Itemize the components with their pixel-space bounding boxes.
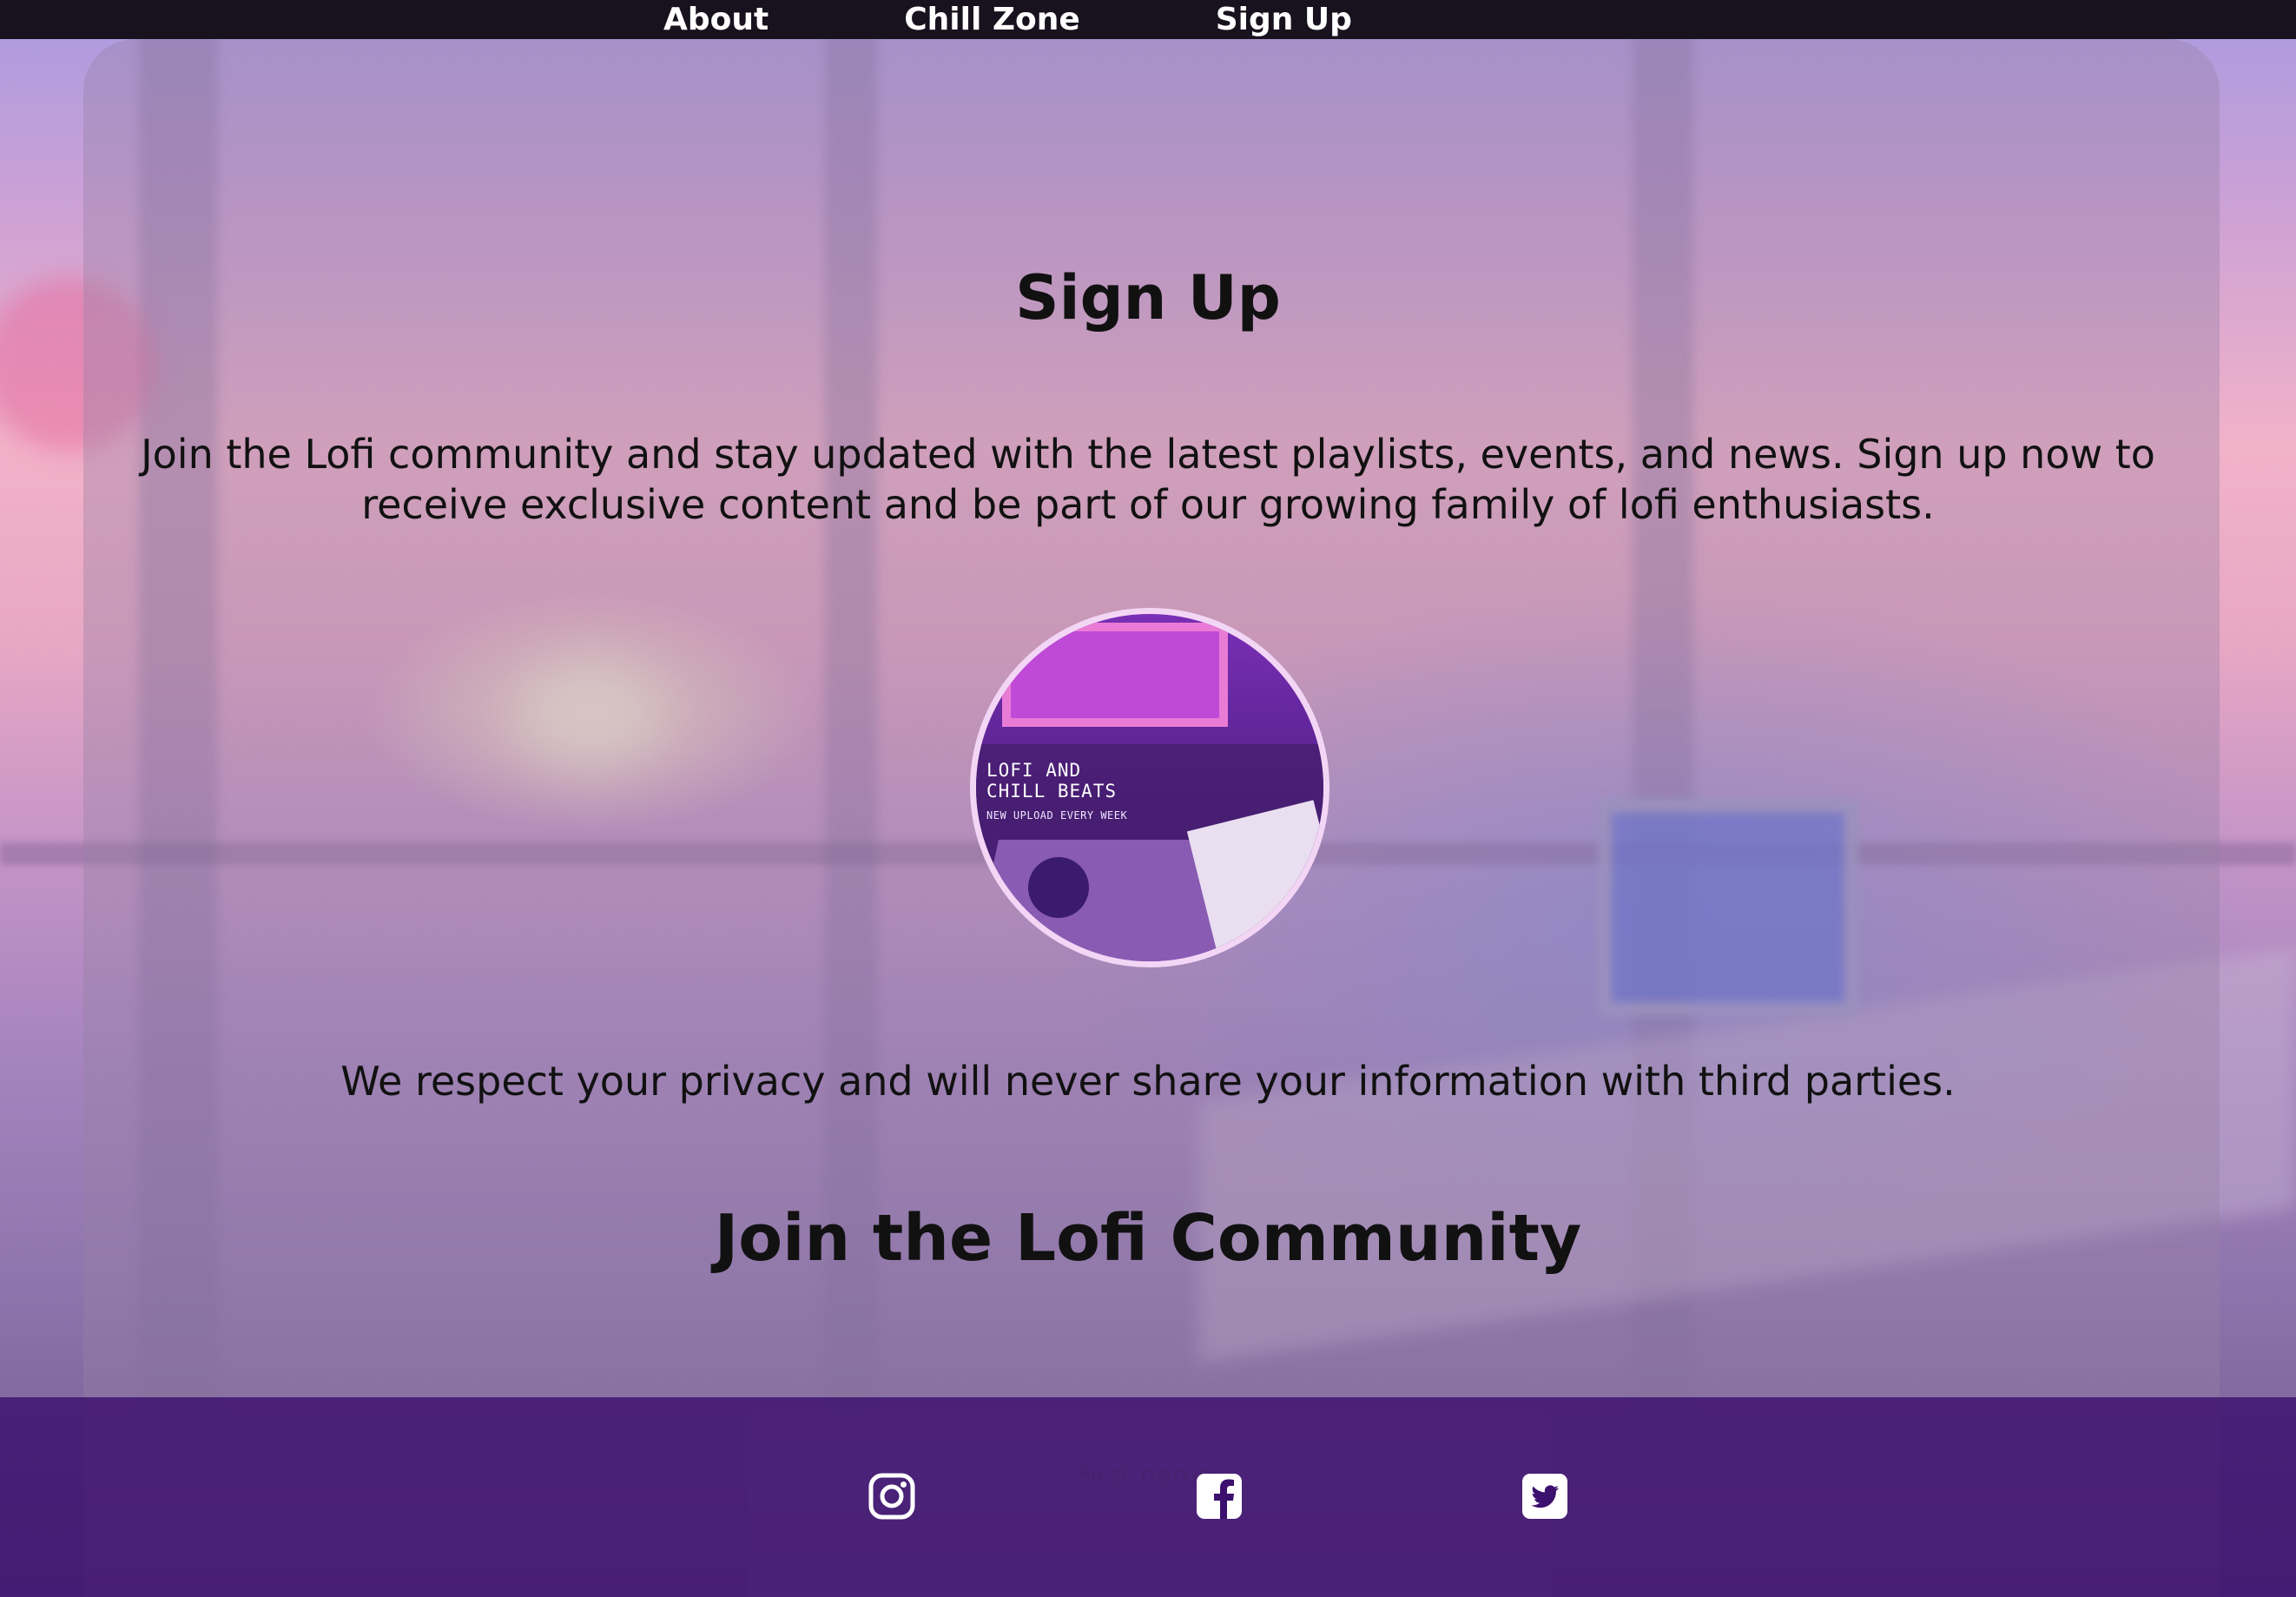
album-title: LOFI AND CHILL BEATS (986, 760, 1118, 802)
signup-intro: Join the Lofi community and stay updated… (141, 431, 2155, 528)
privacy-note: We respect your privacy and will never s… (340, 1058, 1956, 1105)
instagram-link[interactable] (868, 1472, 916, 1521)
facebook-icon (1197, 1474, 1242, 1519)
instagram-icon (868, 1473, 915, 1520)
top-nav: About Chill Zone Sign Up (0, 0, 2296, 39)
nav-about[interactable]: About (663, 0, 769, 39)
twitter-icon (1522, 1474, 1567, 1519)
album-cover-image: LOFI AND CHILL BEATS NEW UPLOAD EVERY WE… (970, 608, 1329, 967)
facebook-link[interactable] (1195, 1472, 1244, 1521)
nav-sign-up[interactable]: Sign Up (1216, 0, 1352, 39)
album-subtitle: NEW UPLOAD EVERY WEEK (986, 809, 1128, 822)
album-screen-art (1002, 623, 1228, 727)
footer (0, 1397, 2296, 1597)
page-title: Sign Up (1015, 262, 1281, 333)
twitter-link[interactable] (1521, 1472, 1569, 1521)
join-heading: Join the Lofi Community (714, 1201, 1582, 1276)
nav-chill-zone[interactable]: Chill Zone (904, 0, 1079, 39)
clover-icon (1028, 857, 1089, 918)
